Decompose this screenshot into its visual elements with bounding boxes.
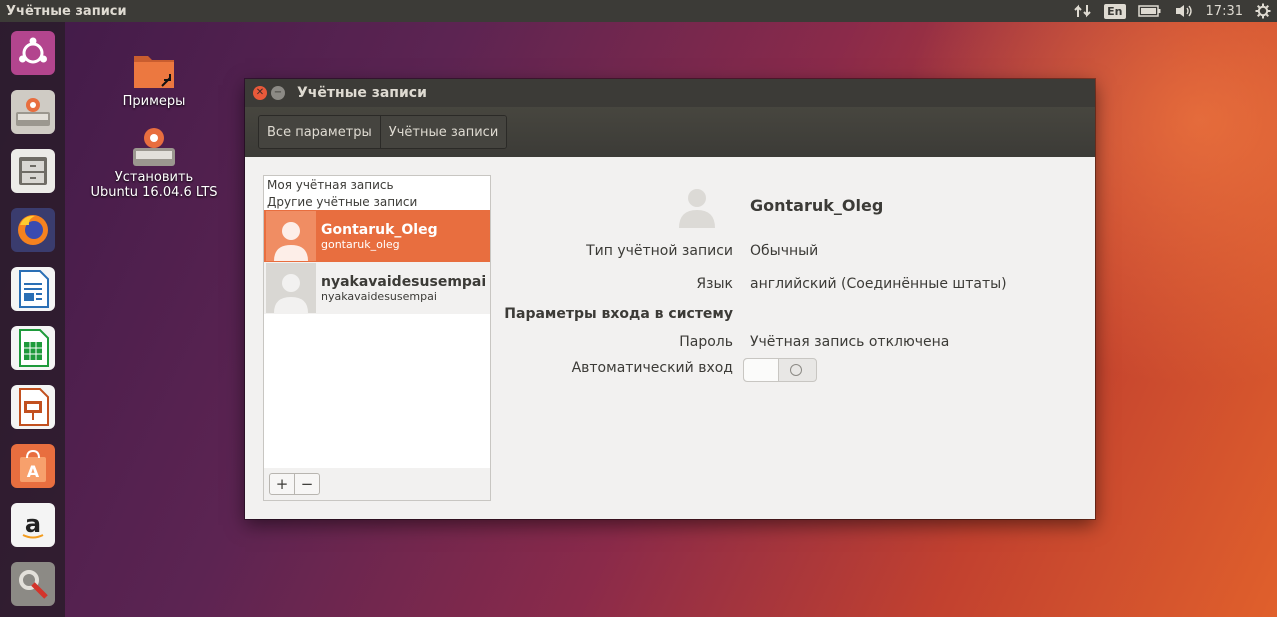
system-gear-icon[interactable] (1255, 0, 1271, 22)
user-list: Моя учётная запись Другие учётные записи… (263, 175, 491, 469)
ubuntu-dash-icon (11, 31, 55, 75)
active-app-title: Учётные записи (6, 3, 127, 19)
desktop-icon-install-ubuntu[interactable]: Установить Ubuntu 16.04.6 LTS (84, 124, 224, 200)
remove-user-button[interactable]: − (294, 474, 319, 494)
user-login: gontaruk_oleg (321, 237, 400, 251)
libreoffice-writer-icon (11, 267, 55, 311)
window-titlebar[interactable]: ✕ − Учётные записи (245, 79, 1095, 107)
switch-knob (744, 359, 779, 381)
libreoffice-impress-icon (11, 385, 55, 429)
list-item-user[interactable]: Gontaruk_Oleg gontaruk_oleg (264, 210, 490, 262)
launcher-item-install[interactable] (8, 87, 58, 137)
files-icon (11, 149, 55, 193)
launcher-item-amazon[interactable]: a (8, 500, 58, 550)
user-login: nyakavaidesusempai (321, 289, 437, 303)
avatar (266, 263, 316, 313)
desktop-icon-label: Примеры (122, 94, 186, 109)
breadcrumb-user-accounts[interactable]: Учётные записи (379, 116, 507, 148)
keyboard-layout-indicator[interactable]: En (1104, 0, 1126, 22)
add-user-button[interactable]: + (270, 474, 294, 494)
desktop-icon-examples[interactable]: Примеры (106, 50, 202, 109)
volume-icon[interactable] (1174, 0, 1194, 22)
user-list-toolbar: + − (263, 468, 491, 501)
svg-text:a: a (25, 510, 41, 538)
minimize-icon[interactable]: − (271, 86, 285, 100)
launcher-item-calc[interactable] (8, 323, 58, 373)
indicator-tray: En 17:31 (1074, 0, 1271, 22)
launcher-item-impress[interactable] (8, 382, 58, 432)
password-value[interactable]: Учётная запись отключена (750, 334, 949, 350)
svg-text:A: A (27, 462, 40, 481)
login-options-heading: Параметры входа в систему (504, 306, 733, 322)
software-center-icon: A (11, 444, 55, 488)
my-account-header: Моя учётная запись (267, 178, 394, 192)
user-accounts-window: ✕ − Учётные записи Все параметры Учётные… (245, 79, 1095, 519)
clock[interactable]: 17:31 (1206, 0, 1243, 22)
desktop-icon-label-line1: Установить (114, 170, 194, 185)
user-name: Gontaruk_Oleg (321, 221, 438, 238)
install-ubuntu-icon (129, 124, 179, 170)
folder-icon (130, 50, 178, 94)
automatic-login-switch[interactable] (743, 358, 817, 382)
user-name: nyakavaidesusempai (321, 273, 487, 290)
window-toolbar: Все параметры Учётные записи (245, 107, 1095, 157)
other-accounts-header: Другие учётные записи (267, 195, 418, 209)
breadcrumb-all-settings[interactable]: Все параметры (259, 116, 380, 148)
desktop-icon-label-line2: Ubuntu 16.04.6 LTS (90, 185, 218, 200)
language-label: Язык (696, 276, 733, 292)
switch-off-indicator (790, 364, 802, 376)
network-icon[interactable] (1074, 0, 1092, 22)
install-ubuntu-icon (11, 90, 55, 134)
window-title: Учётные записи (297, 85, 427, 101)
top-panel: Учётные записи En 17:31 (0, 0, 1277, 22)
password-label: Пароль (679, 334, 733, 350)
avatar (266, 211, 316, 261)
system-settings-icon (11, 562, 55, 606)
amazon-icon: a (11, 503, 55, 547)
launcher-item-settings[interactable] (8, 559, 58, 609)
account-type-value[interactable]: Обычный (750, 243, 818, 259)
launcher-item-files[interactable] (8, 146, 58, 196)
libreoffice-calc-icon (11, 326, 55, 370)
launcher: A a (0, 22, 65, 617)
close-icon[interactable]: ✕ (253, 86, 267, 100)
language-value[interactable]: английский (Соединённые штаты) (750, 276, 1007, 292)
automatic-login-label: Автоматический вход (571, 360, 733, 376)
firefox-icon (11, 208, 55, 252)
keyboard-layout-label: En (1104, 3, 1126, 19)
list-item-user[interactable]: nyakavaidesusempai nyakavaidesusempai (264, 262, 490, 314)
breadcrumb: Все параметры Учётные записи (258, 115, 508, 149)
launcher-item-software[interactable]: A (8, 441, 58, 491)
launcher-item-dash[interactable] (8, 28, 58, 78)
launcher-item-writer[interactable] (8, 264, 58, 314)
account-type-label: Тип учётной записи (586, 243, 733, 259)
user-avatar-large[interactable] (675, 184, 719, 228)
battery-icon[interactable] (1137, 0, 1162, 22)
launcher-item-firefox[interactable] (8, 205, 58, 255)
user-full-name[interactable]: Gontaruk_Oleg (750, 196, 883, 215)
